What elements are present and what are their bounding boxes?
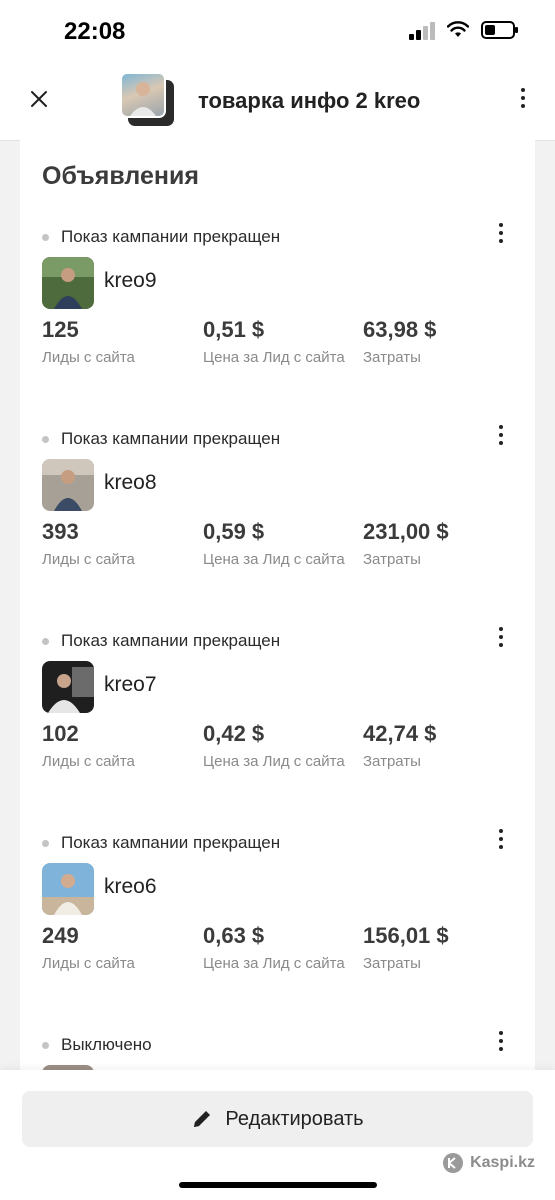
edit-button-label: Редактировать — [225, 1107, 364, 1130]
ad-status: Показ кампании прекращен — [42, 631, 280, 651]
metric-leads: 249 Лиды с сайта — [42, 923, 135, 972]
ad-more-button[interactable] — [497, 627, 505, 647]
ad-name: kreo8 — [104, 471, 157, 494]
status-icons — [409, 20, 518, 40]
status-dot-icon — [42, 1041, 49, 1049]
wifi-icon — [447, 21, 469, 37]
metric-leads: 125 Лиды с сайта — [42, 317, 135, 366]
metric-cpl: 0,51 $ Цена за Лид с сайта — [203, 317, 345, 366]
ad-item[interactable]: Показ кампании прекращен kreo7 102 Лиды … — [20, 627, 535, 833]
signal-icon — [409, 20, 435, 40]
ad-thumbnail — [42, 863, 94, 915]
ads-card: Объявления Показ кампании прекращен kreo… — [20, 140, 535, 1080]
ad-status: Показ кампании прекращен — [42, 429, 280, 449]
status-time: 22:08 — [64, 18, 126, 45]
ad-name: kreo6 — [104, 875, 157, 898]
campaign-avatar — [120, 72, 176, 128]
metric-leads: 393 Лиды с сайта — [42, 519, 135, 568]
status-dot-icon — [42, 435, 49, 443]
header: товарка инфо 2 kreo — [0, 62, 555, 141]
battery-icon — [481, 21, 518, 39]
ad-status: Показ кампании прекращен — [42, 227, 280, 247]
more-menu-button[interactable] — [519, 88, 527, 108]
metric-spend: 231,00 $ Затраты — [363, 519, 449, 568]
ad-thumbnail — [42, 257, 94, 309]
ad-name: kreo7 — [104, 673, 157, 696]
metric-cpl: 0,59 $ Цена за Лид с сайта — [203, 519, 345, 568]
ad-more-button[interactable] — [497, 425, 505, 445]
pencil-icon — [194, 1111, 211, 1127]
kaspi-logo-icon — [443, 1153, 464, 1173]
ad-item[interactable]: Показ кампании прекращен kreo8 393 Лиды … — [20, 425, 535, 631]
metric-cpl: 0,63 $ Цена за Лид с сайта — [203, 923, 345, 972]
ad-more-button[interactable] — [497, 829, 505, 849]
status-dot-icon — [42, 839, 49, 847]
metric-cpl: 0,42 $ Цена за Лид с сайта — [203, 721, 345, 770]
ad-more-button[interactable] — [497, 1031, 505, 1051]
ad-status: Показ кампании прекращен — [42, 833, 280, 853]
home-indicator — [179, 1182, 377, 1188]
metric-spend: 42,74 $ Затраты — [363, 721, 437, 770]
ad-name: kreo9 — [104, 269, 157, 292]
ad-item[interactable]: Показ кампании прекращен kreo6 249 Лиды … — [20, 829, 535, 1035]
bottom-bar: Редактировать Kaspi.kz — [0, 1070, 555, 1200]
edit-button[interactable]: Редактировать — [22, 1091, 533, 1147]
metric-spend: 63,98 $ Затраты — [363, 317, 437, 366]
ad-status: Выключено — [42, 1035, 152, 1055]
ad-thumbnail — [42, 459, 94, 511]
status-dot-icon — [42, 637, 49, 645]
metric-leads: 102 Лиды с сайта — [42, 721, 135, 770]
status-dot-icon — [42, 233, 49, 241]
ad-item[interactable]: Показ кампании прекращен kreo9 125 Лиды … — [20, 223, 535, 429]
section-title: Объявления — [42, 162, 199, 190]
metric-spend: 156,01 $ Затраты — [363, 923, 449, 972]
ad-more-button[interactable] — [497, 223, 505, 243]
page-title: товарка инфо 2 kreo — [198, 88, 421, 113]
kaspi-watermark: Kaspi.kz — [442, 1152, 535, 1174]
close-icon — [31, 91, 47, 107]
close-button[interactable] — [24, 84, 54, 114]
status-bar: 22:08 — [0, 0, 555, 62]
ad-thumbnail — [42, 661, 94, 713]
